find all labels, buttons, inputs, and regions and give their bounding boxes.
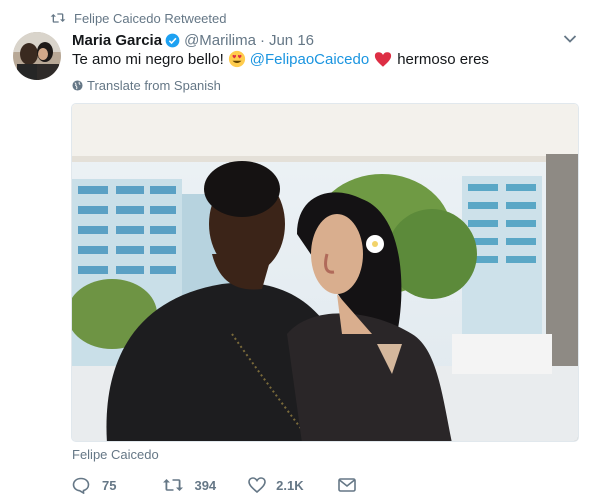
translate-label: Translate from Spanish (87, 77, 221, 93)
retweet-button[interactable]: 394 (162, 477, 216, 493)
author-handle[interactable]: @Marilima (184, 32, 256, 49)
tweet-date[interactable]: Jun 16 (269, 32, 314, 49)
mention-link[interactable]: @FelipaoCaicedo (250, 51, 369, 68)
globe-icon (72, 79, 83, 91)
heart-icon (248, 477, 266, 493)
direct-message-button[interactable] (337, 478, 356, 492)
like-button[interactable]: 2.1K (248, 477, 304, 493)
reply-icon (72, 477, 90, 494)
retweet-count: 394 (194, 477, 217, 493)
tweet-actions: 75 394 2.1K (72, 474, 356, 496)
tweet-header: Maria Garcia @Marilima · Jun 16 (72, 30, 314, 50)
heart-eyes-emoji-icon (228, 50, 245, 68)
tweet-text: Te amo mi negro bello! @FelipaoCaicedo h… (72, 48, 489, 70)
retweet-context-text: Felipe Caicedo Retweeted (74, 10, 227, 26)
translate-link[interactable]: Translate from Spanish (72, 77, 221, 93)
tagged-user[interactable]: Felipe Caicedo (72, 447, 159, 463)
verified-badge-icon (165, 33, 180, 47)
tweet-text-after: hermoso eres (397, 50, 489, 68)
avatar[interactable] (13, 32, 61, 80)
tweet-text-before: Te amo mi negro bello! (72, 50, 224, 68)
retweet-context[interactable]: Felipe Caicedo Retweeted (50, 9, 226, 27)
retweet-icon (163, 479, 184, 491)
like-count: 2.1K (276, 477, 304, 493)
reply-button[interactable]: 75 (72, 477, 116, 494)
retweet-icon (50, 13, 66, 23)
tweet-photo[interactable] (71, 103, 579, 442)
author-name[interactable]: Maria Garcia (72, 32, 162, 49)
header-separator: · (259, 31, 265, 49)
reply-count: 75 (102, 477, 117, 493)
red-heart-emoji-icon (375, 51, 392, 67)
chevron-down-icon[interactable] (563, 34, 577, 44)
envelope-icon (337, 478, 356, 492)
